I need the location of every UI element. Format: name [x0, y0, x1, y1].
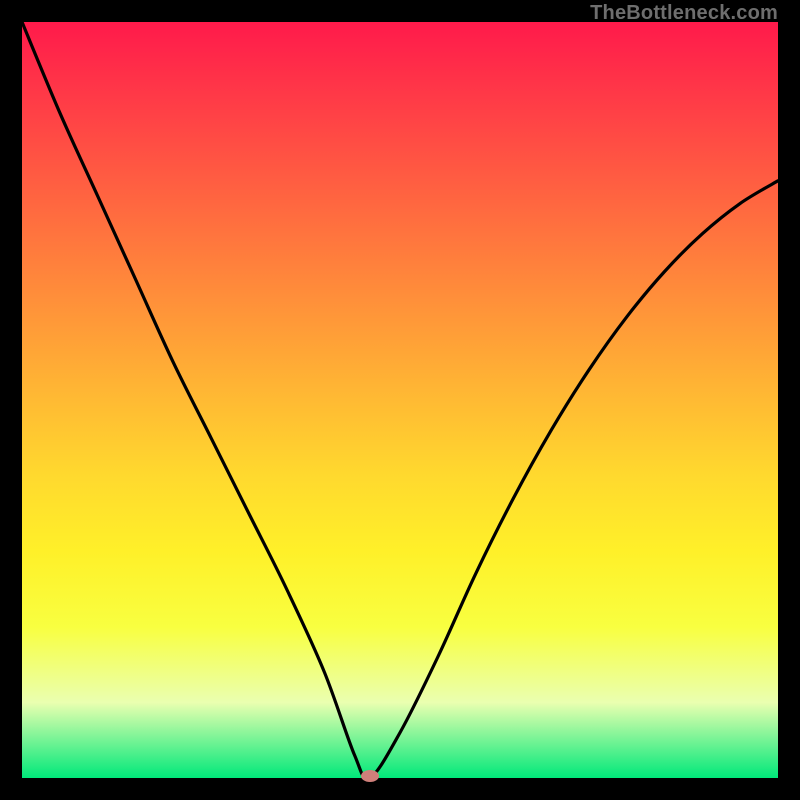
- bottleneck-curve: [22, 22, 778, 778]
- chart-frame: TheBottleneck.com: [0, 0, 800, 800]
- plot-area: [22, 22, 778, 778]
- watermark-text: TheBottleneck.com: [590, 2, 778, 25]
- curve-path: [22, 22, 778, 778]
- trough-marker: [361, 770, 379, 782]
